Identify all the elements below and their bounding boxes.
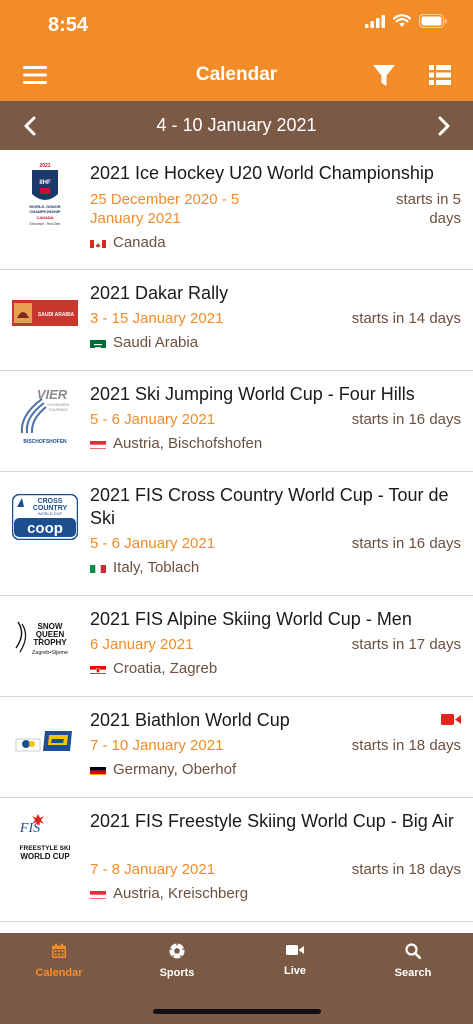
event-title: 2021 FIS Alpine Skiing World Cup - Men (90, 609, 412, 629)
event-countdown: starts in 18 days (351, 737, 461, 754)
event-title: 2021 FIS Cross Country World Cup - Tour … (90, 485, 449, 528)
video-camera-icon (286, 945, 304, 955)
event-title: 2021 Ice Hockey U20 World Championship (90, 163, 434, 183)
list-view-icon[interactable] (428, 64, 452, 86)
event-location-text: Croatia, Zagreb (113, 660, 218, 677)
svg-text:CROSS: CROSS (38, 498, 63, 505)
event-location: Croatia, Zagreb (90, 659, 217, 678)
italy-flag-icon (90, 562, 106, 573)
event-countdown: starts in 16 days (351, 411, 461, 428)
event-countdown: starts in 17 days (351, 636, 461, 653)
svg-text:CHAMPIONSHIP: CHAMPIONSHIP (29, 209, 60, 214)
week-range-label: 4 - 10 January 2021 (156, 115, 317, 135)
svg-text:Zagreb•Sljeme: Zagreb•Sljeme (32, 650, 68, 656)
filter-icon[interactable] (372, 63, 396, 89)
event-dates: 7 - 8 January 2021 (90, 861, 216, 878)
event-dates: 5 - 6 January 2021 (90, 535, 216, 552)
svg-text:coop: coop (27, 520, 63, 537)
croatia-flag-icon (90, 663, 106, 674)
event-location-text: Austria, Kreischberg (113, 885, 249, 902)
event-title: 2021 Dakar Rally (90, 283, 229, 303)
austria-flag-icon (90, 438, 106, 449)
four-hills-tournament-logo: VIER SCHANZEN TOURNEE BISCHOFSHOFEN (20, 387, 69, 445)
event-location: Germany, Oberhof (90, 760, 236, 779)
svg-text:TROPHY: TROPHY (33, 638, 67, 647)
svg-text:Edmonton - Red Deer: Edmonton - Red Deer (29, 222, 61, 226)
event-location: Italy, Toblach (90, 558, 199, 577)
event-location: Canada (90, 233, 166, 252)
svg-text:IIHF: IIHF (39, 180, 51, 186)
event-title: 2021 Ski Jumping World Cup - Four Hills (90, 384, 415, 404)
event-dates: 5 - 6 January 2021 (90, 411, 216, 428)
event-dates: 6 January 2021 (90, 636, 194, 653)
event-countdown: starts in 16 days (351, 535, 461, 552)
event-location: Austria, Kreischberg (90, 884, 248, 903)
home-indicator (153, 1009, 321, 1014)
page-title: Calendar (195, 64, 278, 85)
search-icon (405, 943, 421, 959)
svg-text:FREESTYLE SKI: FREESTYLE SKI (20, 845, 71, 852)
event-row[interactable]: SNOW QUEEN TROPHY Zagreb•Sljeme 2021 FIS… (0, 596, 473, 697)
fis-freestyle-ski-world-cup-logo: FIS FREESTYLE SKI WORLD CUP (19, 814, 71, 861)
germany-flag-icon (90, 764, 106, 775)
next-week-chevron-icon[interactable] (434, 114, 454, 138)
tab-label: Search (394, 967, 432, 979)
tab-label: Calendar (35, 967, 83, 979)
tab-search[interactable]: Search (354, 943, 472, 979)
battery-icon (419, 14, 447, 28)
event-row[interactable]: VIER SCHANZEN TOURNEE BISCHOFSHOFEN 2021… (0, 371, 473, 472)
tab-calendar[interactable]: Calendar (0, 943, 118, 979)
event-dates: 25 December 2020 - 5 January 2021 (90, 191, 240, 227)
event-location-text: Canada (113, 234, 166, 251)
calendar-icon (52, 943, 66, 958)
coop-cross-country-world-cup-logo: CROSS COUNTRY WORLD CUP coop (12, 494, 78, 540)
svg-text:WORLD CUP: WORLD CUP (38, 511, 63, 516)
canada-flag-icon (90, 237, 106, 248)
event-location-text: Italy, Toblach (113, 559, 200, 576)
event-location-text: Austria, Bischofshofen (113, 435, 263, 452)
svg-text:2021: 2021 (39, 163, 50, 169)
event-row[interactable]: FIS FREESTYLE SKI WORLD CUP 2021 FIS Fre… (0, 798, 473, 922)
svg-text:WORLD CUP: WORLD CUP (20, 852, 70, 861)
event-dates: 3 - 15 January 2021 (90, 310, 224, 327)
status-time: 8:54 (48, 14, 89, 36)
event-location: Saudi Arabia (90, 333, 198, 352)
week-selector: 4 - 10 January 2021 (0, 101, 473, 150)
event-list: 2021 IIHF WORLD JUNIOR CHAMPIONSHIP CANA… (0, 150, 473, 933)
event-row[interactable]: SAUDI ARABIA 2021 Dakar Rally 3 - 15 Jan… (0, 270, 473, 371)
svg-text:TOURNEE: TOURNEE (48, 407, 68, 412)
iihf-world-junior-logo: 2021 IIHF WORLD JUNIOR CHAMPIONSHIP CANA… (29, 163, 61, 226)
event-location-text: Germany, Oberhof (113, 761, 237, 778)
event-row[interactable]: 2021 IIHF WORLD JUNIOR CHAMPIONSHIP CANA… (0, 150, 473, 270)
event-row[interactable]: 2021 Biathlon World Cup 7 - 10 January 2… (0, 697, 473, 798)
wifi-icon (393, 14, 411, 27)
status-icons (365, 14, 447, 28)
event-row[interactable]: CROSS COUNTRY WORLD CUP coop 2021 FIS Cr… (0, 472, 473, 596)
tab-label: Live (283, 965, 306, 977)
event-location-text: Saudi Arabia (113, 334, 199, 351)
svg-text:BISCHOFSHOFEN: BISCHOFSHOFEN (23, 439, 67, 445)
soccer-ball-icon (169, 943, 185, 959)
event-countdown: starts in 5 days (395, 191, 461, 227)
snow-queen-trophy-logo: SNOW QUEEN TROPHY Zagreb•Sljeme (15, 621, 68, 656)
event-countdown: starts in 18 days (351, 861, 461, 878)
status-bar: 8:54 (0, 0, 473, 50)
svg-text:CANADA: CANADA (36, 215, 53, 220)
austria-flag-icon (90, 888, 106, 899)
tab-sports[interactable]: Sports (118, 943, 236, 979)
event-title: 2021 FIS Freestyle Skiing World Cup - Bi… (90, 811, 454, 831)
dakar-rally-logo: SAUDI ARABIA (12, 300, 78, 326)
event-dates: 7 - 10 January 2021 (90, 737, 224, 754)
event-location: Austria, Bischofshofen (90, 434, 262, 453)
biathlon-world-cup-logo (15, 731, 72, 752)
nav-bar: Calendar (0, 50, 473, 101)
tab-label: Sports (159, 967, 195, 979)
live-video-icon[interactable] (441, 713, 461, 726)
event-countdown: starts in 14 days (351, 310, 461, 327)
event-title: 2021 Biathlon World Cup (90, 710, 290, 730)
tab-live[interactable]: Live (236, 943, 354, 977)
saudi-arabia-flag-icon (90, 337, 106, 348)
signal-icon (365, 14, 385, 28)
svg-text:SAUDI ARABIA: SAUDI ARABIA (38, 312, 75, 318)
